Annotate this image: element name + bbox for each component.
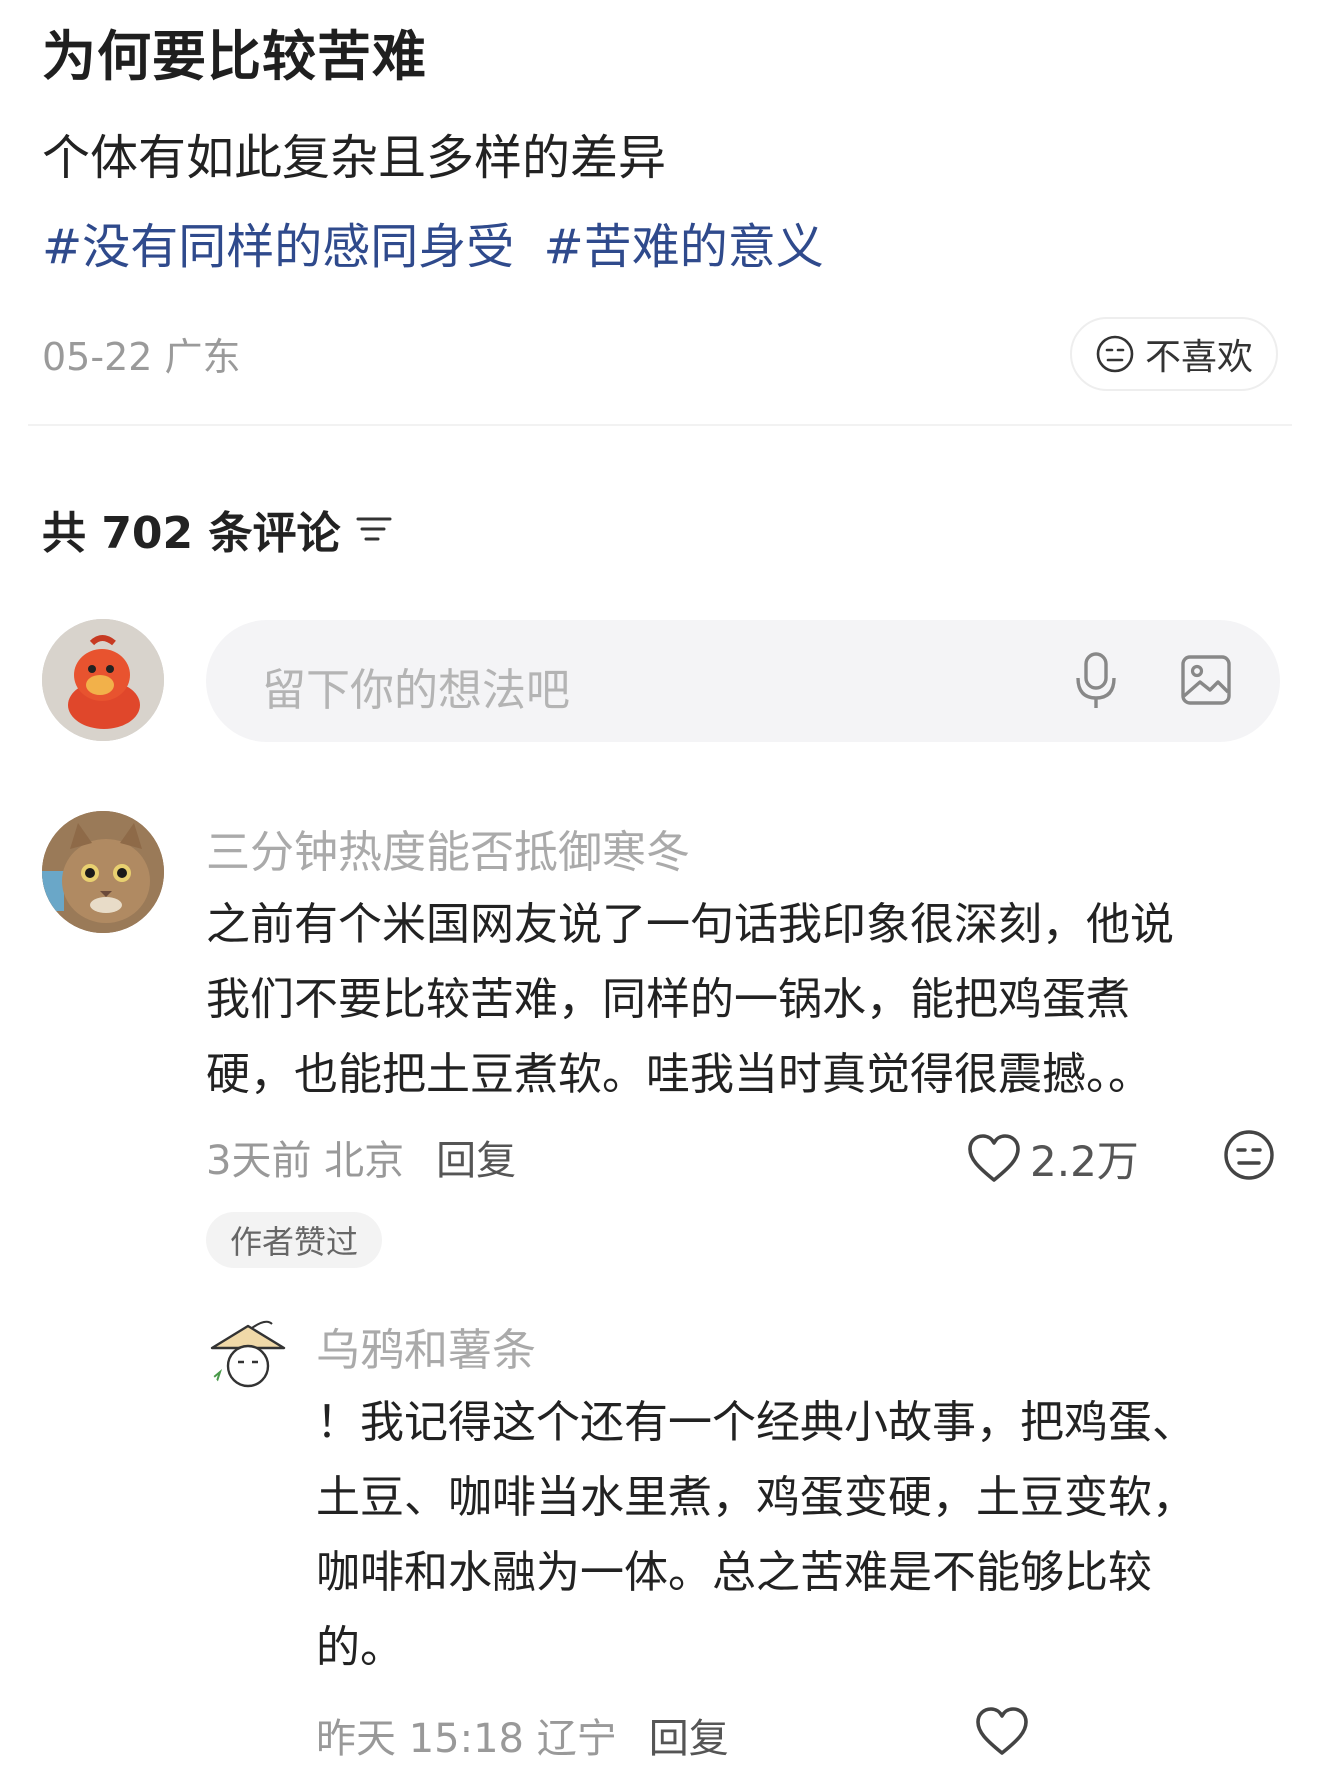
dislike-button[interactable]: 不喜欢 [1070, 317, 1278, 391]
comment-line: ！我记得这个还有一个经典小故事，把鸡蛋、 [316, 1397, 1196, 1448]
post-body: 个体有如此复杂且多样的差异 [42, 130, 667, 186]
comment-count-header: 共 702 条评论 [42, 497, 394, 561]
neutral-face-icon [1096, 335, 1134, 373]
commenter-avatar[interactable] [42, 811, 164, 933]
author-liked-badge: 作者赞过 [206, 1212, 382, 1268]
watermark-overlay [1040, 1700, 1320, 1778]
post-date-location: 05-22 广东 [42, 335, 241, 379]
comment-line: 硬，也能把土豆煮软。哇我当时真觉得很震撼。。 [206, 1049, 1152, 1100]
hashtag-link[interactable]: #苦难的意义 [544, 219, 824, 275]
comment-username[interactable]: 乌鸦和薯条 [316, 1314, 536, 1378]
reply-button[interactable]: 回复 [649, 1716, 729, 1762]
neutral-face-icon[interactable] [1222, 1128, 1276, 1182]
hashtag-list: #没有同样的感同身受 #苦难的意义 [42, 207, 838, 277]
dislike-label: 不喜欢 [1144, 337, 1253, 378]
like-button[interactable] [974, 1706, 1030, 1758]
comment-input[interactable]: 留下你的想法吧 [206, 620, 1280, 742]
comment-time-location: 昨天 15:18 辽宁 [316, 1716, 617, 1762]
comment-text: ！我记得这个还有一个经典小故事，把鸡蛋、 土豆、咖啡当水里煮，鸡蛋变硬，土豆变软… [316, 1385, 1196, 1685]
divider [28, 424, 1292, 426]
reply-button[interactable]: 回复 [436, 1138, 516, 1184]
image-icon[interactable] [1178, 652, 1234, 708]
comment-line: 土豆、咖啡当水里煮，鸡蛋变硬，土豆变软， [316, 1472, 1196, 1523]
post-title: 为何要比较苦难 [42, 25, 427, 88]
comment-line: 之前有个米国网友说了一句话我印象很深刻，他说 [206, 899, 1174, 950]
heart-icon [968, 1133, 1020, 1182]
my-avatar[interactable] [42, 619, 164, 741]
comment-line: 的。 [316, 1622, 404, 1673]
comment-line: 咖啡和水融为一体。总之苦难是不能够比较 [316, 1547, 1152, 1598]
heart-icon [976, 1707, 1028, 1755]
comment-line: 我们不要比较苦难，同样的一锅水，能把鸡蛋煮 [206, 974, 1130, 1025]
comment-meta: 3天前 北京 回复 [206, 1128, 516, 1186]
comment-text: 之前有个米国网友说了一句话我印象很深刻，他说 我们不要比较苦难，同样的一锅水，能… [206, 887, 1174, 1112]
comment-time-location: 3天前 北京 [206, 1138, 405, 1184]
sort-icon[interactable] [354, 512, 394, 546]
mic-icon[interactable] [1068, 650, 1124, 712]
commenter-avatar[interactable] [206, 1310, 290, 1394]
hashtag-link[interactable]: #没有同样的感同身受 [42, 219, 514, 275]
comment-meta: 昨天 15:18 辽宁 回复 [316, 1706, 729, 1764]
like-count: 2.2万 [1030, 1137, 1139, 1186]
comment-count-label: 共 702 条评论 [42, 508, 341, 559]
comment-input-placeholder: 留下你的想法吧 [262, 665, 570, 716]
comment-username[interactable]: 三分钟热度能否抵御寒冬 [206, 816, 690, 880]
like-button[interactable]: 2.2万 [966, 1128, 1139, 1189]
